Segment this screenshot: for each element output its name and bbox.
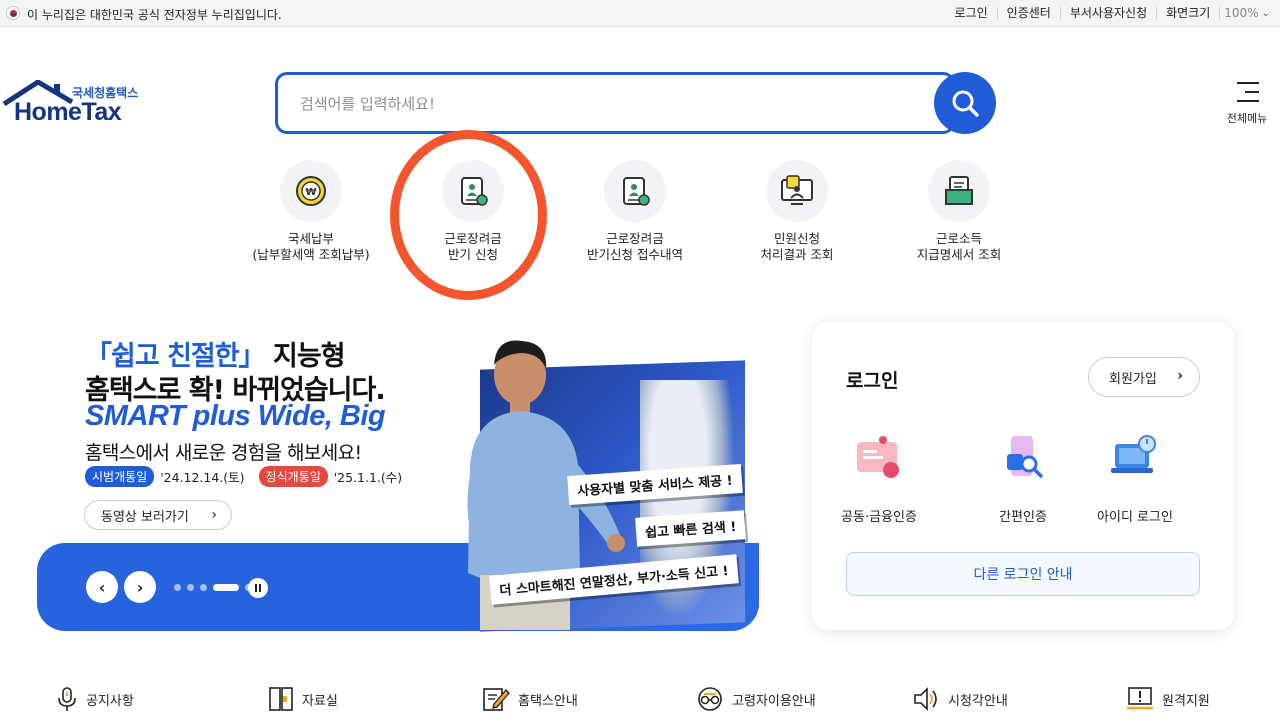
trial-badge: 시범개통일: [85, 466, 155, 487]
quick-menu-line1: 국세납부: [287, 231, 334, 246]
slide-indicators: [174, 584, 258, 591]
quick-menu-tax-payment[interactable]: ₩ 국세납부 (납부할세액 조회납부): [236, 160, 386, 263]
chevron-down-icon[interactable]: ⌄: [1262, 8, 1270, 19]
quick-menu-line2: 반기 신청: [448, 247, 498, 262]
svg-text:₩: ₩: [305, 187, 316, 198]
other-login-button[interactable]: 다른 로그인 안내: [846, 552, 1200, 596]
hamburger-icon: [1237, 82, 1259, 109]
search-icon: [952, 90, 979, 117]
quick-menu-line1: 근로장려금: [444, 231, 502, 246]
login-option-label: 아이디 로그인: [1097, 510, 1173, 525]
bottom-menu-audiovisual[interactable]: 시청각안내: [912, 686, 1008, 712]
join-button[interactable]: 회원가입 ›: [1088, 357, 1200, 397]
chevron-right-icon: ›: [136, 577, 144, 597]
screen-size-label[interactable]: 화면크기: [1157, 7, 1221, 19]
chevron-right-icon: ›: [211, 507, 217, 523]
all-menu-button[interactable]: 전체메뉴: [1222, 80, 1272, 130]
laptop-power-icon: [1107, 434, 1163, 484]
quick-menu-earned-income-history[interactable]: 근로장려금 반기신청 접수내역: [560, 160, 710, 263]
zoom-value[interactable]: 100%: [1224, 6, 1258, 20]
bottom-menu-notice[interactable]: 공지사항: [56, 686, 134, 712]
launch-date: '25.1.1.(수): [333, 470, 403, 485]
monitor-person-icon: [766, 160, 828, 222]
quick-menu-income-statement[interactable]: 근로소득 지급명세서 조회: [884, 160, 1034, 263]
login-option-label: 공동·금융인증: [841, 510, 917, 525]
certificate-card-icon: [851, 434, 907, 484]
next-slide-button[interactable]: ›: [124, 571, 156, 603]
prev-slide-button[interactable]: ‹: [86, 571, 118, 603]
login-link[interactable]: 로그인: [946, 7, 998, 19]
quick-menu-line1: 민원신청: [773, 231, 820, 246]
bottom-menu-label: 시청각안내: [948, 693, 1008, 709]
gov-notice: 이 누리집은 대한민국 공식 전자정부 누리집입니다.: [27, 8, 282, 22]
search-box: [275, 72, 955, 134]
monitor-alert-icon: [1127, 687, 1153, 710]
bottom-menu-archive[interactable]: 자료실: [268, 686, 338, 712]
folder-doc-icon: [928, 160, 990, 222]
quick-menu-civil-result[interactable]: 민원신청 처리결과 조회: [722, 160, 872, 263]
login-option-label: 간편인증: [999, 510, 1047, 525]
search-button[interactable]: [934, 72, 996, 134]
quick-menu-line2: 처리결과 조회: [760, 247, 834, 262]
quick-menu-earned-income-apply[interactable]: 근로장려금 반기 신청: [398, 160, 548, 263]
hometax-logo[interactable]: 국세청홈택스 HomeTax: [2, 80, 147, 130]
speaker-icon: [914, 687, 937, 711]
video-button[interactable]: 동영상 보러가기 ›: [84, 500, 232, 530]
notepad-pen-icon: [483, 688, 510, 711]
cert-login-option[interactable]: 공동·금융인증: [824, 434, 934, 525]
id-login-option[interactable]: 아이디 로그인: [1080, 434, 1190, 525]
utility-links: 로그인 인증센터 부서사용자신청 화면크기 100% ⌄: [946, 6, 1270, 20]
cert-center-link[interactable]: 인증센터: [998, 7, 1061, 19]
login-card: 로그인 회원가입 › 공동·금융인증 간편인증 아이디 로그인 다른 로그인 안…: [812, 322, 1234, 630]
quick-menu-line2: (납부할세액 조회납부): [252, 247, 370, 262]
microphone-icon: [58, 687, 76, 711]
simple-login-option[interactable]: 간편인증: [968, 434, 1078, 525]
bottom-menu-label: 공지사항: [86, 693, 134, 709]
won-coin-icon: ₩: [280, 160, 342, 222]
quick-menu-line1: 근로장려금: [606, 231, 664, 246]
chevron-left-icon: ‹: [98, 577, 106, 597]
binder-icon: [269, 687, 293, 711]
quick-menu-line2: 반기신청 접수내역: [587, 247, 683, 262]
bottom-menu-label: 원격지원: [1162, 693, 1210, 709]
bottom-menu-guide[interactable]: 홈택스안내: [482, 686, 578, 712]
bottom-menu-senior[interactable]: 고령자이용안내: [696, 686, 816, 712]
hero-headline-3: SMART plus Wide, Big: [85, 400, 386, 432]
bottom-menu-label: 자료실: [302, 693, 338, 709]
hero-subtitle: 홈택스에서 새로운 경험을 해보세요!: [85, 442, 362, 464]
slide-dot[interactable]: [174, 584, 181, 591]
phone-search-icon: [995, 434, 1051, 484]
gov-banner: 이 누리집은 대한민국 공식 전자정부 누리집입니다. 로그인 인증센터 부서사…: [0, 0, 1280, 27]
dept-user-apply-link[interactable]: 부서사용자신청: [1061, 7, 1158, 19]
bottom-menu-label: 고령자이용안내: [732, 693, 816, 709]
glasses-circle-icon: [698, 687, 722, 711]
bottom-menu-label: 홈택스안내: [518, 693, 578, 709]
document-person-icon: [442, 160, 504, 222]
pause-button[interactable]: [248, 578, 268, 598]
hero-dates: 시범개통일 '24.12.14.(토) 정식개통일 '25.1.1.(수): [85, 466, 416, 487]
search-input[interactable]: [300, 91, 900, 117]
slide-dot[interactable]: [213, 584, 239, 591]
all-menu-label: 전체메뉴: [1226, 112, 1268, 125]
join-button-label: 회원가입: [1109, 371, 1157, 387]
login-title: 로그인: [846, 370, 899, 392]
slide-dot[interactable]: [187, 584, 194, 591]
launch-badge: 정식개통일: [258, 466, 328, 487]
korea-flag-icon: [6, 6, 20, 20]
chevron-right-icon: ›: [1177, 368, 1183, 384]
video-button-label: 동영상 보러가기: [101, 509, 189, 525]
logo-english: HomeTax: [14, 98, 122, 126]
bottom-menu-remote-support[interactable]: 원격지원: [1126, 686, 1210, 712]
quick-menu-line1: 근로소득: [935, 231, 982, 246]
quick-menu-line2: 지급명세서 조회: [916, 247, 1002, 262]
trial-date: '24.12.14.(토): [160, 470, 245, 485]
document-person-icon: [604, 160, 666, 222]
slide-dot[interactable]: [200, 584, 207, 591]
